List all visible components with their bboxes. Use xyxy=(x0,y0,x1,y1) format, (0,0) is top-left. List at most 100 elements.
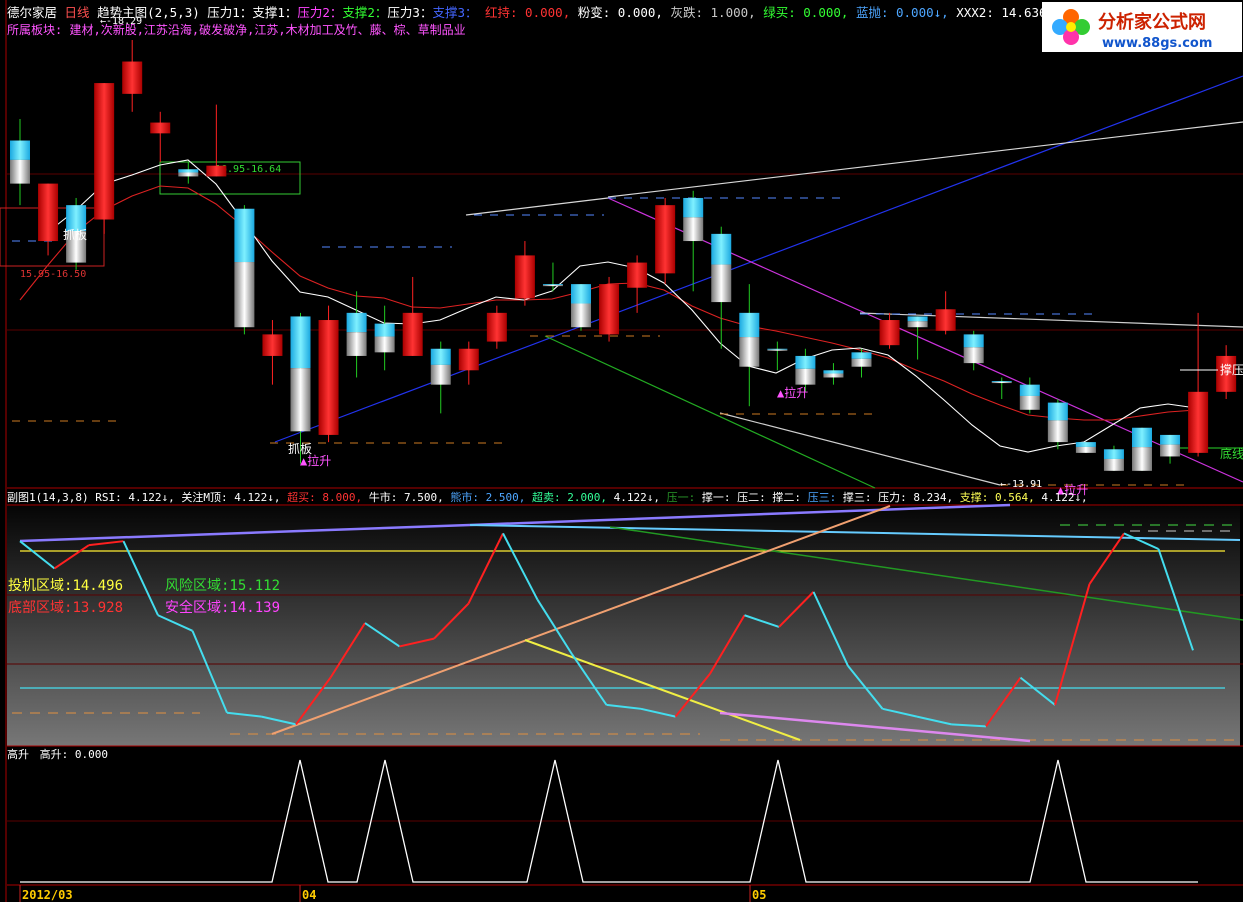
candle-body-bottom xyxy=(234,262,255,328)
candle-body-top xyxy=(823,370,844,374)
candle-body xyxy=(655,205,676,274)
candle-body-bottom xyxy=(1075,446,1096,453)
x-label-0: 2012/03 xyxy=(22,888,73,902)
zone-speculation: 投机区域:14.496 xyxy=(8,578,123,594)
zone-bottom: 底部区域:13.928 xyxy=(8,600,123,616)
sub1-header-seg-12: 压力: 8.234, xyxy=(871,491,953,504)
candle-body-top xyxy=(571,284,591,304)
candle-body-bottom xyxy=(991,381,1012,384)
candle-body-bottom xyxy=(346,332,367,356)
candle-body-bottom xyxy=(963,347,984,364)
candle-body xyxy=(627,262,648,288)
candle-body-top xyxy=(374,323,395,337)
candle-body xyxy=(402,312,423,356)
zone-safe-value: 14.139 xyxy=(229,600,280,616)
zone-bottom-value: 13.928 xyxy=(72,600,123,616)
candle-body-bottom xyxy=(1047,420,1068,443)
candle-body-top xyxy=(767,348,788,350)
lasheng-label-1: ▲拉升 xyxy=(300,453,331,468)
zone-risk: 风险区域:15.112 xyxy=(165,578,280,594)
candle-body-top xyxy=(907,316,928,322)
candle-body xyxy=(318,320,339,435)
candle-body-bottom xyxy=(571,303,591,328)
candle-body-top xyxy=(963,334,984,348)
candle-body xyxy=(599,284,620,335)
candle-body-bottom xyxy=(767,349,788,351)
logo-url: www.88gs.com xyxy=(1102,36,1212,51)
candle-body-bottom xyxy=(907,321,928,328)
candle-body-bottom xyxy=(1160,444,1181,457)
candle-body xyxy=(38,183,59,242)
candle-body-top xyxy=(683,197,704,218)
candle-body-bottom xyxy=(1019,395,1040,410)
candle-body-top xyxy=(851,352,872,359)
candle-body-top xyxy=(1160,434,1181,445)
header-seg-6: 支撑2： xyxy=(342,5,387,20)
zone-bottom-label: 底部区域: xyxy=(8,600,72,616)
logo-title: 分析家公式网 xyxy=(1098,11,1206,33)
sub1-header-seg-13: 支撑: 0.564, xyxy=(953,490,1035,504)
sub2-header: 高升 高升: 0.000 xyxy=(7,747,108,761)
header-seg-3: 压力1： xyxy=(200,5,253,20)
sub1-header-seg-4: 牛市: 7.500, xyxy=(362,490,444,504)
candle-body-top xyxy=(1132,427,1152,448)
candle-body-bottom xyxy=(1103,458,1124,471)
main-header: 德尔家居 日线 趋势主图(2,5,3) 压力1：支撑1：压力2：支撑2：压力3：… xyxy=(7,5,1195,20)
candle-body xyxy=(150,122,171,134)
candle-body-bottom xyxy=(290,368,311,432)
zone-risk-label: 风险区域: xyxy=(165,578,229,594)
candle-body-top xyxy=(739,312,760,338)
candle-body-top xyxy=(1019,384,1040,396)
zone-speculation-value: 14.496 xyxy=(72,578,123,594)
x-label-1: 04 xyxy=(302,888,316,902)
x-label-2: 05 xyxy=(752,888,766,902)
sector-line: 所属板块: 建材,次新股,江苏沿海,破发破净,江苏,木材加工及竹、藤、棕、草制品… xyxy=(7,22,466,37)
candle-body-top xyxy=(1075,442,1096,447)
sub1-header-seg-8: 压一: xyxy=(660,491,695,504)
candle-body-top xyxy=(991,381,1012,382)
header-seg-12: 绿买: 0.000, xyxy=(756,5,849,20)
header-seg-1: 日线 xyxy=(57,5,97,20)
sub1-header-seg-10: 压三: xyxy=(801,491,836,504)
header-seg-4: 支撑1： xyxy=(252,5,297,20)
sub1-header: 副图1(14,3,8) RSI: 4.122↓, 关注M顶: 4.122↓, 超… xyxy=(7,490,1088,504)
candle-body xyxy=(94,83,115,220)
candle-body xyxy=(879,320,900,346)
sector-label: 所属板块: xyxy=(7,23,62,37)
prev-high-marker: ←-18.29 xyxy=(100,16,142,27)
site-logo[interactable]: 分析家公式网 www.88gs.com xyxy=(1042,2,1242,52)
sub1-header-seg-1: RSI: 4.122↓, xyxy=(89,491,175,504)
candle-body xyxy=(1188,391,1209,453)
sub1-header-seg-14: 4.122↓, xyxy=(1035,491,1088,504)
candle-body-top xyxy=(290,316,311,369)
candle-body-bottom xyxy=(823,373,844,378)
candle-body-bottom xyxy=(851,358,872,367)
candle-body-bottom xyxy=(430,364,451,385)
sub1-header-seg-5: 熊市: 2.500, xyxy=(444,490,526,504)
candle-body xyxy=(514,255,535,299)
header-seg-7: 压力3： xyxy=(387,5,432,20)
header-seg-11: 灰跌: 1.000, xyxy=(663,5,756,20)
lasheng-label-2: ▲拉升 xyxy=(777,385,808,400)
price-zone-label-2: 15.95-16.50 xyxy=(20,269,86,280)
low-marker: ←-13.91 xyxy=(1000,479,1042,490)
candle-body-top xyxy=(430,348,451,365)
header-seg-5: 压力2： xyxy=(297,5,342,20)
header-seg-0: 德尔家居 xyxy=(7,5,57,20)
candle-body-top xyxy=(1047,402,1068,421)
sub1-header-seg-11: 撑三: xyxy=(836,490,871,504)
zone-speculation-label: 投机区域: xyxy=(8,578,72,594)
cheng-ya-label: 撑压 xyxy=(1220,362,1243,377)
candle-body xyxy=(206,165,227,177)
sub-panel-bg xyxy=(7,506,1240,746)
chart-canvas[interactable]: 16.95-16.64 15.95-16.50 德尔家居 日线 趋势主图(2,5… xyxy=(0,0,1243,902)
candle-body-top xyxy=(10,140,30,160)
candle-body-bottom xyxy=(739,337,760,367)
sub2-label-2: 高升: 0.000 xyxy=(40,747,108,761)
candle-body-bottom xyxy=(178,172,199,177)
candle-body-bottom xyxy=(374,336,395,353)
candle-body-top xyxy=(346,312,367,333)
dibu-label: 底线 xyxy=(1220,446,1243,461)
header-seg-8: 支撑3： xyxy=(432,5,477,20)
sub1-header-seg-2: 关注M顶: 4.122↓, xyxy=(175,490,281,504)
